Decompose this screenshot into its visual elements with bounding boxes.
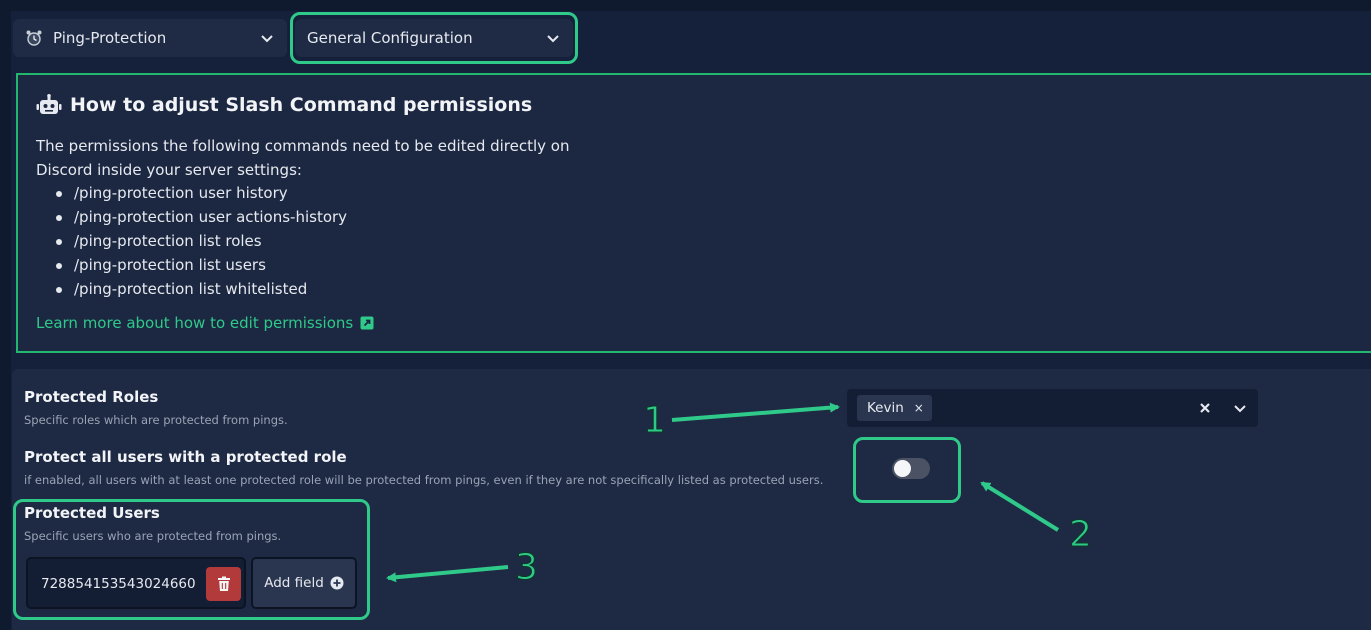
module-select[interactable]: Ping-Protection xyxy=(13,19,287,57)
learn-more-link[interactable]: Learn more about how to edit permissions xyxy=(36,314,374,332)
role-chip-label: Kevin xyxy=(867,400,904,416)
protected-roles-label: Protected Roles xyxy=(24,388,159,406)
chevron-down-icon[interactable] xyxy=(1232,400,1248,416)
remove-chip-icon[interactable]: × xyxy=(914,401,924,415)
command-list: /ping-protection user history /ping-prot… xyxy=(56,181,347,301)
info-title-text: How to adjust Slash Command permissions xyxy=(70,94,533,116)
module-select-value: Ping-Protection xyxy=(53,29,167,47)
role-chip: Kevin × xyxy=(857,395,932,421)
external-link-icon xyxy=(360,316,374,330)
annotation-number-1: 1 xyxy=(643,400,667,442)
list-item: /ping-protection list roles xyxy=(56,229,347,253)
alarm-clock-icon xyxy=(26,30,42,46)
top-bar xyxy=(0,0,1371,11)
annotation-number-2: 2 xyxy=(1069,514,1093,556)
toggle-highlight xyxy=(853,437,961,503)
info-description: The permissions the following commands n… xyxy=(36,137,570,179)
list-item: /ping-protection user history xyxy=(56,181,347,205)
info-title: How to adjust Slash Command permissions xyxy=(36,94,532,116)
protected-users-highlight xyxy=(13,499,370,620)
robot-icon xyxy=(36,94,62,114)
list-item: /ping-protection user actions-history xyxy=(56,205,347,229)
annotation-number-3: 3 xyxy=(515,547,539,589)
list-item: /ping-protection list whitelisted xyxy=(56,277,347,301)
protected-roles-desc: Specific roles which are protected from … xyxy=(24,413,288,427)
clear-icon[interactable] xyxy=(1198,401,1212,415)
learn-more-link-text: Learn more about how to edit permissions xyxy=(36,314,354,332)
chevron-down-icon xyxy=(261,35,273,43)
protect-all-desc: if enabled, all users with at least one … xyxy=(24,473,824,487)
config-select-highlight xyxy=(290,12,578,64)
protected-roles-select[interactable]: Kevin × xyxy=(847,389,1258,427)
list-item: /ping-protection list users xyxy=(56,253,347,277)
left-bar xyxy=(0,0,11,630)
protect-all-label: Protect all users with a protected role xyxy=(24,448,347,466)
permissions-info-card: How to adjust Slash Command permissions … xyxy=(16,73,1371,353)
